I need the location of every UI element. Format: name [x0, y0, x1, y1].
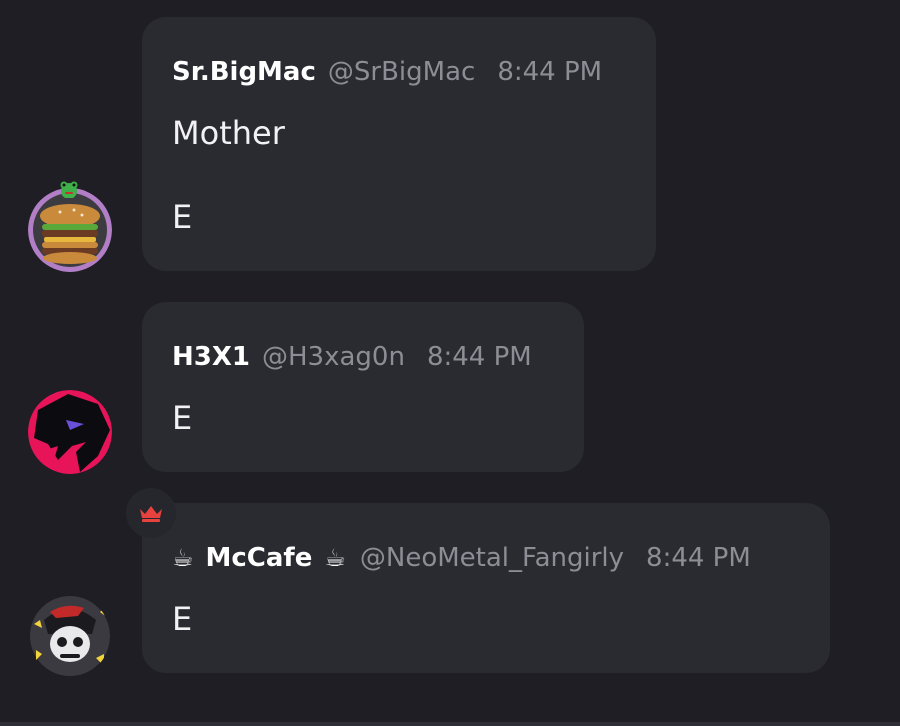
- owner-badge: [126, 488, 176, 538]
- divider: [0, 722, 900, 726]
- message-text: E: [172, 600, 193, 638]
- message-bubble[interactable]: ☕ McCafe ☕ @NeoMetal_Fangirly 8:44 PM E: [142, 503, 830, 673]
- avatar-srbigmac[interactable]: [28, 188, 112, 272]
- chat-log: Sr.BigMac @SrBigMac 8:44 PM Mother E H3X…: [0, 0, 900, 726]
- author-handle[interactable]: @SrBigMac: [328, 57, 475, 87]
- coffee-emoji-icon: ☕: [172, 544, 194, 572]
- avatar-mccafe[interactable]: [26, 594, 110, 678]
- message-text: E: [172, 399, 193, 437]
- author-handle[interactable]: @NeoMetal_Fangirly: [360, 543, 624, 573]
- coffee-emoji-icon: ☕: [324, 544, 346, 572]
- message-text: E: [172, 198, 193, 236]
- author-handle[interactable]: @H3xag0n: [262, 342, 405, 372]
- avatar-h3x1[interactable]: [28, 390, 112, 474]
- message-bubble[interactable]: Sr.BigMac @SrBigMac 8:44 PM Mother E: [142, 17, 656, 271]
- message-text: Mother: [172, 114, 285, 152]
- message-timestamp: 8:44 PM: [646, 543, 751, 573]
- dark-creature-avatar-icon: [28, 390, 112, 474]
- author-name[interactable]: McCafe: [206, 543, 313, 573]
- message-header: H3X1 @H3xag0n 8:44 PM: [172, 342, 532, 372]
- message-timestamp: 8:44 PM: [497, 57, 603, 87]
- crown-icon: [140, 506, 162, 522]
- author-name[interactable]: Sr.BigMac: [172, 57, 316, 87]
- message-bubble[interactable]: H3X1 @H3xag0n 8:44 PM E: [142, 302, 584, 472]
- burger-avatar-icon: [28, 188, 112, 272]
- frog-badge-icon: [60, 181, 78, 198]
- message-timestamp: 8:44 PM: [426, 342, 532, 372]
- author-name[interactable]: H3X1: [172, 342, 250, 372]
- anime-character-avatar-icon: [30, 596, 110, 676]
- message-header: Sr.BigMac @SrBigMac 8:44 PM: [172, 57, 602, 87]
- message-header: ☕ McCafe ☕ @NeoMetal_Fangirly 8:44 PM: [172, 543, 751, 573]
